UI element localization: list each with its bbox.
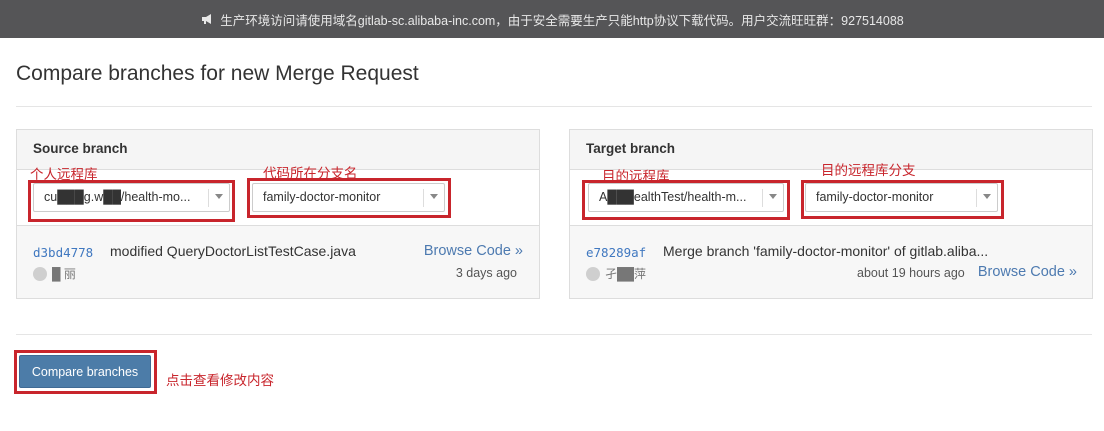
source-commit-sha[interactable]: d3bd4778 [33,245,93,260]
target-commit-author: 孑██萍 [586,265,646,282]
target-project-value: A███ealthTest/health-m... [599,190,747,204]
annotation-source-project: 个人远程库 [30,167,98,182]
source-commit-info: d3bd4778 modified QueryDoctorListTestCas… [17,226,539,298]
annotation-compare: 点击查看修改内容 [166,373,274,388]
chevron-down-icon [430,194,438,199]
chevron-down-icon [769,194,777,199]
target-branch-value: family-doctor-monitor [816,190,934,204]
annotation-target-branch: 目的远程库分支 [821,163,916,178]
notice-text: 生产环境访问请使用域名gitlab-sc.alibaba-inc.com，由于安… [220,13,904,28]
source-branch-panel: Source branch cu███g.w██/health-mo... fa… [16,129,540,299]
source-project-value: cu███g.w██/health-mo... [44,190,191,204]
page-title: Compare branches for new Merge Request [16,62,419,85]
target-commit-sha[interactable]: e78289af [586,245,646,260]
avatar [586,266,600,281]
target-browse-code-link[interactable]: Browse Code » [978,264,1077,280]
notice-banner: 生产环境访问请使用域名gitlab-sc.alibaba-inc.com，由于安… [0,0,1104,38]
target-commit-info: e78289af Merge branch 'family-doctor-mon… [570,226,1092,298]
source-browse-code-link[interactable]: Browse Code » [424,243,523,259]
source-branch-value: family-doctor-monitor [263,190,381,204]
target-commit-message: Merge branch 'family-doctor-monitor' of … [663,243,989,259]
form-divider [16,334,1092,335]
target-branch-panel: Target branch A███ealthTest/health-m... … [569,129,1093,299]
compare-branches-button[interactable]: Compare branches [19,355,151,388]
chevron-down-icon [215,194,223,199]
title-divider [16,106,1092,107]
annotation-target-project: 目的远程库 [602,169,670,184]
source-branch-select[interactable]: family-doctor-monitor [252,183,445,212]
target-project-select[interactable]: A███ealthTest/health-m... [588,183,784,212]
target-branch-select[interactable]: family-doctor-monitor [805,183,998,212]
source-commit-message: modified QueryDoctorListTestCase.java [110,243,356,259]
source-author-name: █ 丽 [52,267,76,281]
source-project-select[interactable]: cu███g.w██/health-mo... [33,183,230,212]
megaphone-icon [202,14,212,24]
source-commit-time: 3 days ago [455,266,517,280]
target-author-name: 孑██萍 [605,267,647,281]
avatar [33,266,47,281]
target-commit-time: about 19 hours ago [857,266,965,280]
chevron-down-icon [983,194,991,199]
annotation-source-branch: 代码所在分支名 [263,166,358,181]
source-commit-author: █ 丽 [33,265,76,282]
